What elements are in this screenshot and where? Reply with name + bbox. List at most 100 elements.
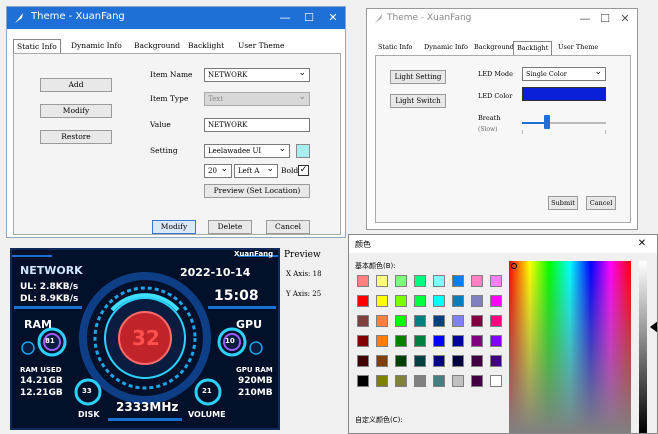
basic-color-swatch[interactable] [452,275,464,287]
basic-color-swatch[interactable] [357,335,369,347]
breath-slider-thumb[interactable] [544,115,551,129]
basic-color-swatch[interactable] [395,295,407,307]
tab-dynamic-info[interactable]: Dynamic Info [68,39,125,53]
font-select[interactable]: Leelawadee UI [204,144,290,158]
size-select[interactable]: 20 [204,164,232,178]
tab-backlight[interactable]: Backlight [185,39,227,53]
delete-button[interactable]: Delete [208,220,252,234]
basic-color-swatch[interactable] [376,375,388,387]
basic-color-swatch[interactable] [471,275,483,287]
basic-color-swatch[interactable] [414,355,426,367]
basic-color-swatch[interactable] [357,375,369,387]
basic-color-swatch[interactable] [414,295,426,307]
basic-color-swatch[interactable] [414,275,426,287]
basic-color-swatch[interactable] [376,335,388,347]
basic-color-swatch[interactable] [471,335,483,347]
preview-set-location-button[interactable]: Preview (Set Location) [204,184,310,198]
led-mode-select[interactable]: Single Color [522,67,606,81]
close-button[interactable]: ✕ [615,10,635,28]
basic-color-swatch[interactable] [452,355,464,367]
basic-color-swatch[interactable] [357,315,369,327]
basic-color-swatch[interactable] [433,335,445,347]
x-axis-readout: X Axis: 18 [286,270,322,278]
basic-color-swatch[interactable] [471,315,483,327]
color-dialog-title-bar[interactable]: 颜色 ✕ [349,235,657,253]
basic-color-swatch[interactable] [433,355,445,367]
basic-color-swatch[interactable] [490,355,502,367]
tab-background[interactable]: Background [471,41,517,55]
basic-color-swatch[interactable] [452,335,464,347]
basic-color-swatch[interactable] [357,295,369,307]
restore-button[interactable]: Restore [40,130,112,144]
close-button[interactable]: ✕ [323,9,343,27]
basic-color-swatch[interactable] [490,295,502,307]
font-color-swatch[interactable] [296,144,310,158]
tab-static-info[interactable]: Static Info [375,41,415,55]
basic-color-swatch[interactable] [395,375,407,387]
basic-color-swatch[interactable] [433,375,445,387]
align-select[interactable]: Left A [234,164,278,178]
basic-color-swatch[interactable] [490,315,502,327]
basic-color-swatch[interactable] [357,355,369,367]
basic-color-swatch[interactable] [490,335,502,347]
maximize-button[interactable]: ☐ [299,9,319,27]
tab-user-theme[interactable]: User Theme [555,41,601,55]
light-setting-button[interactable]: Light Setting [390,70,446,84]
modify-button[interactable]: Modify [152,220,196,234]
basic-color-swatch[interactable] [433,315,445,327]
basic-color-swatch[interactable] [395,275,407,287]
basic-color-swatch[interactable] [471,375,483,387]
basic-color-swatch[interactable] [414,335,426,347]
submit-button[interactable]: Submit [548,196,578,210]
modify-item-button[interactable]: Modify [40,104,112,118]
minimize-button[interactable]: — [275,9,295,27]
gpu-percent: 10 [225,337,235,345]
luminance-bar[interactable] [639,261,647,433]
basic-color-swatch[interactable] [376,275,388,287]
app-feather-icon [374,13,383,24]
basic-color-swatch[interactable] [376,315,388,327]
basic-color-swatch[interactable] [471,295,483,307]
spectrum-crosshair[interactable] [511,263,517,269]
tab-backlight[interactable]: Backlight [513,41,553,55]
basic-color-swatch[interactable] [414,375,426,387]
basic-color-swatch[interactable] [395,315,407,327]
luminance-arrow-icon[interactable] [650,321,657,333]
basic-color-swatch[interactable] [452,375,464,387]
item-name-select[interactable]: NETWORK [204,68,310,82]
value-input[interactable]: NETWORK [204,118,310,132]
theme-preview-display[interactable]: XuanFang NETWORK UL: 2.8KB/s DL: 8.9KB/s… [10,248,280,430]
basic-color-swatch[interactable] [433,275,445,287]
basic-color-swatch[interactable] [433,295,445,307]
tab-background[interactable]: Background [131,39,183,53]
basic-color-swatch[interactable] [414,315,426,327]
basic-color-swatch[interactable] [395,355,407,367]
add-button[interactable]: Add [40,78,112,92]
basic-color-swatch[interactable] [490,275,502,287]
cancel-button[interactable]: Cancel [266,220,310,234]
basic-color-swatch[interactable] [490,375,502,387]
led-color-swatch[interactable] [522,87,606,101]
bold-checkbox[interactable]: ✓ [298,165,309,176]
minimize-button[interactable]: — [575,10,595,28]
tab-user-theme[interactable]: User Theme [235,39,287,53]
cancel-button[interactable]: Cancel [586,196,616,210]
color-spectrum-field[interactable] [509,261,631,433]
basic-color-swatch[interactable] [452,295,464,307]
light-switch-button[interactable]: Light Switch [390,94,446,108]
maximize-button[interactable]: ☐ [595,10,615,28]
close-button[interactable]: ✕ [631,236,653,252]
gpu-ram-value-1: 920MB [238,376,273,386]
static-info-pane: Add Modify Restore Item Name NETWORK Ite… [13,53,341,235]
basic-color-swatch[interactable] [471,355,483,367]
basic-color-swatch[interactable] [395,335,407,347]
title-bar[interactable]: Theme - XuanFang — ☐ ✕ [7,7,345,29]
tab-static-info[interactable]: Static Info [13,39,61,53]
volume-label: VOLUME [188,410,226,419]
basic-color-swatch[interactable] [376,295,388,307]
title-bar[interactable]: Theme - XuanFang — ☐ ✕ [367,9,637,29]
basic-color-swatch[interactable] [452,315,464,327]
tab-dynamic-info[interactable]: Dynamic Info [421,41,471,55]
basic-color-swatch[interactable] [357,275,369,287]
basic-color-swatch[interactable] [376,355,388,367]
